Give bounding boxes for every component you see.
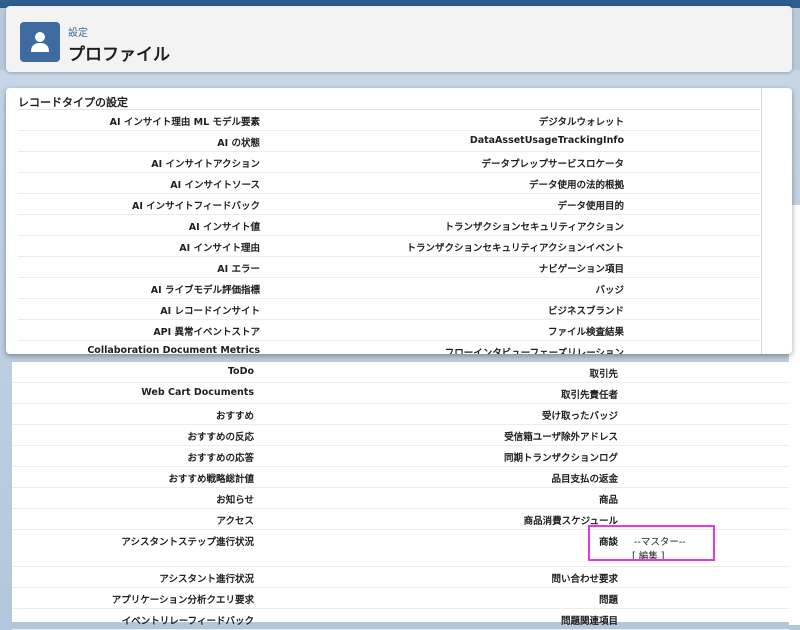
record-type-label: 品目支払の返金 bbox=[551, 474, 618, 485]
section-title: レコードタイプの設定 bbox=[18, 96, 128, 109]
table-row: アシスタント進行状況 問い合わせ要求 bbox=[12, 567, 789, 588]
table-row: AI インサイト理由 トランザクションセキュリティアクションイベント bbox=[18, 236, 760, 257]
record-type-label: アシスタントステップ進行状況 bbox=[121, 537, 254, 548]
record-type-label: アクセス bbox=[216, 516, 254, 527]
record-type-label: トランザクションセキュリティアクション bbox=[444, 222, 624, 233]
table-row: お知らせ 商品 bbox=[12, 488, 789, 509]
record-type-label: AI エラー bbox=[217, 264, 260, 275]
table-row: AI ライブモデル評価指標 バッジ bbox=[18, 278, 760, 299]
table-row: AI エラー ナビゲーション項目 bbox=[18, 257, 760, 278]
table-row: AI の状態 DataAssetUsageTrackingInfo bbox=[18, 131, 760, 152]
table-row: API 異常イベントストア ファイル検査結果 bbox=[18, 320, 760, 341]
page-header: 設定 プロファイル bbox=[6, 6, 792, 72]
lower-record-type-list: ToDo 取引先 Web Cart Documents 取引先責任者 おすすめ … bbox=[12, 362, 789, 630]
panel-divider bbox=[761, 88, 762, 354]
table-row: イベントリレーフィードバック 問題関連項目 bbox=[12, 609, 789, 630]
record-type-label: バッジ bbox=[595, 285, 624, 296]
record-type-label: 受け取ったバッジ bbox=[541, 411, 618, 422]
table-row: おすすめの反応 受信箱ユーザ除外アドレス bbox=[12, 425, 789, 446]
record-type-label: デジタルウォレット bbox=[538, 117, 624, 128]
table-row: ToDo 取引先 bbox=[12, 362, 789, 383]
record-type-label: 問題 bbox=[598, 595, 618, 606]
record-type-label: ファイル検査結果 bbox=[547, 327, 624, 338]
record-type-label: Web Cart Documents bbox=[141, 387, 254, 398]
record-type-label: イベントリレーフィードバック bbox=[121, 616, 254, 627]
record-type-label: 同期トランザクションログ bbox=[503, 453, 618, 464]
page-title: プロファイル bbox=[68, 45, 170, 65]
record-type-label: AI インサイトフィードバック bbox=[131, 201, 260, 212]
record-type-label: 商品 bbox=[598, 495, 618, 506]
profile-badge bbox=[20, 22, 60, 62]
record-type-label: アプリケーション分析クエリ要求 bbox=[111, 595, 254, 606]
record-type-label: ToDo bbox=[227, 366, 254, 377]
table-row: おすすめの応答 同期トランザクションログ bbox=[12, 446, 789, 467]
record-type-label: API 異常イベントストア bbox=[153, 327, 260, 338]
table-row: AI インサイト値 トランザクションセキュリティアクション bbox=[18, 215, 760, 236]
record-type-label: AI インサイト理由 bbox=[179, 243, 260, 254]
table-row: アプリケーション分析クエリ要求 問題 bbox=[12, 588, 789, 609]
table-row: AI インサイトフィードバック データ使用目的 bbox=[18, 194, 760, 215]
record-type-label: AI ライブモデル評価指標 bbox=[150, 285, 260, 296]
record-type-settings-panel: レコードタイプの設定 AI インサイト理由 ML モデル要素 デジタルウォレット… bbox=[6, 88, 792, 354]
breadcrumb[interactable]: 設定 bbox=[68, 24, 88, 39]
record-type-label: データ使用目的 bbox=[557, 201, 624, 212]
record-type-label: AI インサイト理由 ML モデル要素 bbox=[109, 117, 260, 128]
record-type-label: おすすめの応答 bbox=[187, 453, 254, 464]
record-type-label: お知らせ bbox=[216, 495, 254, 506]
table-row: Web Cart Documents 取引先責任者 bbox=[12, 383, 789, 404]
record-type-label: おすすめ戦略総計値 bbox=[168, 474, 254, 485]
table-row: Collaboration Document Metrics フローインタビュー… bbox=[18, 341, 760, 354]
user-icon bbox=[31, 32, 49, 52]
record-type-label: フローインタビューフェーズリレーション bbox=[444, 348, 624, 354]
record-type-label: アシスタント進行状況 bbox=[159, 574, 254, 585]
record-type-label: おすすめの反応 bbox=[187, 432, 254, 443]
record-type-label: AI インサイト値 bbox=[188, 222, 260, 233]
record-type-label: AI インサイトソース bbox=[170, 180, 260, 191]
record-type-label: Collaboration Document Metrics bbox=[87, 345, 260, 354]
record-type-label: データ使用の法的根拠 bbox=[528, 180, 624, 191]
record-type-label: 取引先 bbox=[589, 369, 618, 380]
record-type-label: 問題関連項目 bbox=[560, 616, 618, 627]
record-type-label: 受信箱ユーザ除外アドレス bbox=[504, 432, 618, 443]
table-row: AI インサイトソース データ使用の法的根拠 bbox=[18, 173, 760, 194]
record-type-label: AI インサイトアクション bbox=[151, 159, 260, 170]
table-row: おすすめ戦略総計値 品目支払の返金 bbox=[12, 467, 789, 488]
record-type-label: ビジネスブランド bbox=[547, 306, 624, 317]
record-type-label: おすすめ bbox=[215, 411, 254, 422]
record-type-label: AI レコードインサイト bbox=[160, 306, 260, 317]
record-type-label: DataAssetUsageTrackingInfo bbox=[469, 135, 624, 146]
record-type-label: AI の状態 bbox=[217, 138, 260, 149]
record-type-label: データプレップサービスロケータ bbox=[481, 159, 624, 170]
highlight-box bbox=[588, 525, 715, 561]
record-type-label: トランザクションセキュリティアクションイベント bbox=[406, 243, 624, 254]
table-row: AI レコードインサイト ビジネスブランド bbox=[18, 299, 760, 320]
table-row: AI インサイトアクション データプレップサービスロケータ bbox=[18, 152, 760, 173]
record-type-label: 取引先責任者 bbox=[560, 390, 618, 401]
record-type-label: 問い合わせ要求 bbox=[551, 574, 618, 585]
table-row: おすすめ 受け取ったバッジ bbox=[12, 404, 789, 425]
table-row: AI インサイト理由 ML モデル要素 デジタルウォレット bbox=[18, 110, 760, 131]
record-type-label: ナビゲーション項目 bbox=[538, 264, 624, 275]
